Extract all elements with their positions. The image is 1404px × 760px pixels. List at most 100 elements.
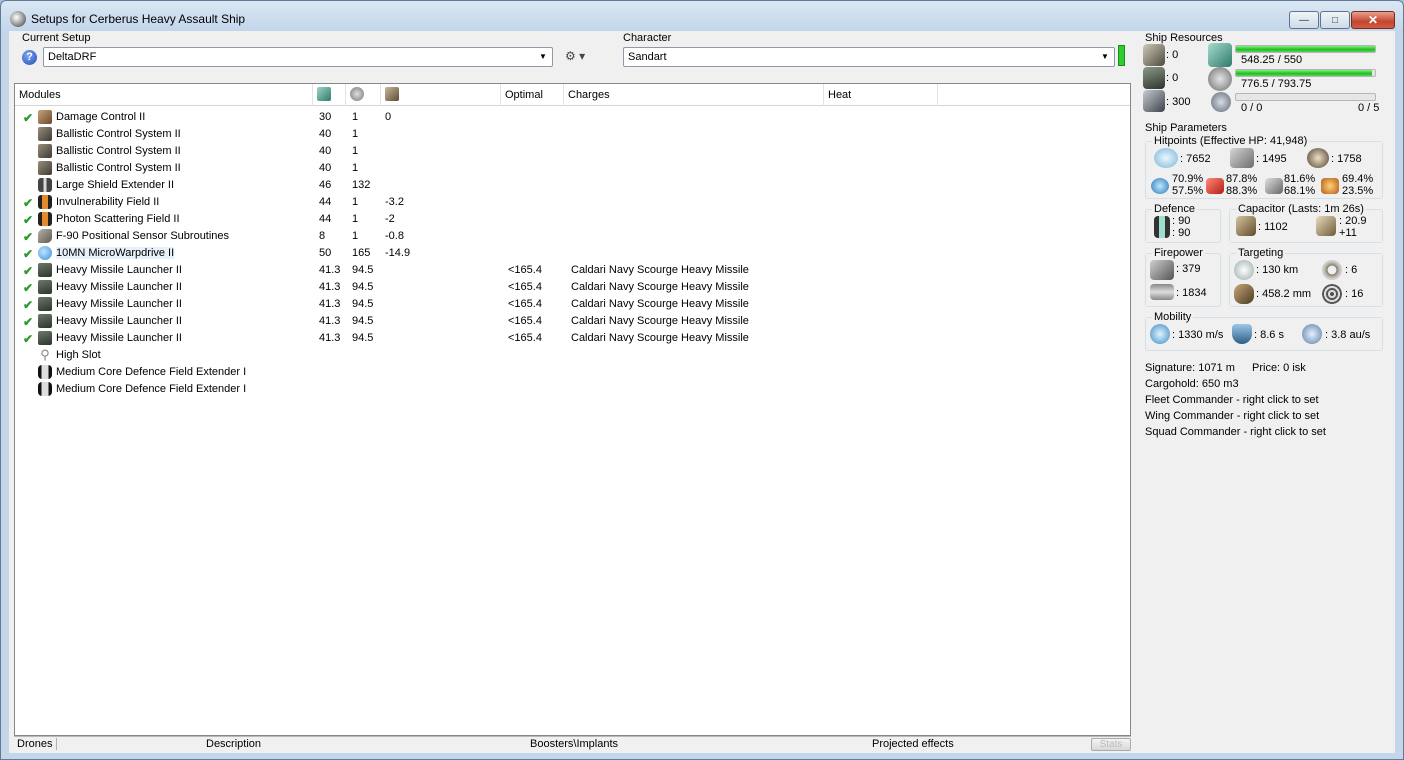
module-row[interactable]: ✔ Invulnerability Field II 44 1 -3.2 — [15, 194, 1130, 211]
thermal-resist-icon — [1206, 178, 1224, 194]
warp-speed: : 3.8 au/s — [1325, 329, 1371, 341]
module-powergrid: 1 — [352, 162, 359, 174]
module-powergrid: 1 — [352, 111, 359, 123]
tab-description[interactable]: Description — [206, 738, 261, 750]
scan-resolution: : 458.2 mm — [1256, 288, 1312, 300]
column-modules[interactable]: Modules — [15, 84, 313, 106]
maximize-button[interactable]: □ — [1320, 11, 1350, 29]
calibration-text: 0 / 0 — [1241, 102, 1263, 114]
column-cpu[interactable] — [313, 84, 346, 106]
sensor-strength-icon — [1322, 284, 1342, 304]
ballistic-control-icon — [38, 144, 52, 158]
kinetic-resist-shield: 81.6% — [1284, 173, 1316, 185]
active-check-icon: ✔ — [23, 230, 34, 244]
ship-tools-button[interactable]: ⚙ ▾ — [565, 49, 597, 67]
module-row[interactable]: ✔ Heavy Missile Launcher II 41.3 94.5 <165.4… — [15, 313, 1130, 330]
module-row[interactable]: Ballistic Control System II 40 1 — [15, 126, 1130, 143]
module-cpu: 46 — [319, 179, 332, 191]
tab-boosters-implants[interactable]: Boosters\Implants — [530, 738, 618, 750]
module-cpu: 44 — [319, 196, 332, 208]
module-name: 10MN MicroWarpdrive II — [56, 247, 175, 259]
squad-commander[interactable]: Squad Commander - right click to set — [1145, 426, 1326, 438]
minimize-button[interactable]: — — [1289, 11, 1319, 29]
tab-projected-effects[interactable]: Projected effects — [872, 738, 954, 750]
velocity-icon — [1150, 324, 1170, 344]
module-name: Ballistic Control System II — [56, 162, 181, 174]
module-optimal: <165.4 — [508, 298, 542, 310]
close-button[interactable]: ✕ — [1351, 11, 1395, 29]
em-resist-shield: 70.9% — [1172, 173, 1204, 185]
help-icon[interactable]: ? — [22, 50, 37, 65]
ship-parameters-title: Ship Parameters — [1145, 122, 1227, 134]
module-name: High Slot — [56, 349, 101, 361]
module-powergrid: 1 — [352, 128, 359, 140]
module-row[interactable]: Medium Core Defence Field Extender I — [15, 381, 1130, 398]
module-cpu: 41.3 — [319, 298, 341, 310]
module-cpu: 50 — [319, 247, 332, 259]
module-row[interactable]: ✔ Heavy Missile Launcher II 41.3 94.5 <165.4… — [15, 296, 1130, 313]
powergrid-text: 776.5 / 793.75 — [1241, 78, 1312, 90]
column-charges[interactable]: Charges — [564, 84, 824, 106]
column-optimal[interactable]: Optimal — [501, 84, 564, 106]
current-setup-dropdown[interactable]: DeltaDRF ▼ — [43, 47, 553, 67]
explosive-resist-icon — [1321, 178, 1339, 194]
column-heat[interactable]: Heat — [824, 84, 938, 106]
missile-launcher-icon — [38, 280, 52, 294]
calibration-bar — [1235, 93, 1376, 101]
module-name: Heavy Missile Launcher II — [56, 281, 182, 293]
sensor-subroutines-icon — [38, 229, 52, 243]
fleet-commander[interactable]: Fleet Commander - right click to set — [1145, 394, 1319, 406]
title-bar[interactable]: Setups for Cerberus Heavy Assault Ship —… — [1, 1, 1403, 35]
module-row[interactable]: ✔ Photon Scattering Field II 44 1 -2 — [15, 211, 1130, 228]
thermal-resist-shield: 87.8% — [1226, 173, 1258, 185]
module-powergrid: 1 — [352, 196, 359, 208]
structure-hp: : 1758 — [1331, 153, 1362, 165]
module-row[interactable]: Large Shield Extender II 46 132 — [15, 177, 1130, 194]
module-cpu: 44 — [319, 213, 332, 225]
defence-group: Defence : 90 : 90 — [1145, 203, 1221, 243]
cpu-text: 548.25 / 550 — [1241, 54, 1303, 66]
module-row[interactable]: ✔ Heavy Missile Launcher II 41.3 94.5 <165.4… — [15, 262, 1130, 279]
modules-list[interactable]: Modules Optimal Charges Heat ✔ Damage Con… — [14, 83, 1131, 736]
module-row[interactable]: ✔ Heavy Missile Launcher II 41.3 94.5 <165.4… — [15, 279, 1130, 296]
module-row[interactable]: ✔ Damage Control II 30 1 0 — [15, 109, 1130, 126]
cargohold: Cargohold: 650 m3 — [1145, 378, 1239, 390]
chevron-down-icon: ▼ — [1101, 52, 1109, 61]
module-row[interactable]: ✔ F-90 Positional Sensor Subroutines 8 1 -0.… — [15, 228, 1130, 245]
wing-commander[interactable]: Wing Commander - right click to set — [1145, 410, 1319, 422]
shield-extender-icon — [38, 178, 52, 192]
module-name: Heavy Missile Launcher II — [56, 298, 182, 310]
module-row[interactable]: ✔ 10MN MicroWarpdrive II 50 165 -14.9 — [15, 245, 1130, 262]
module-row[interactable]: Ballistic Control System II 40 1 — [15, 160, 1130, 177]
targeting-group: Targeting : 130 km : 6 : 458.2 mm : 16 — [1229, 247, 1383, 307]
column-capacitor[interactable] — [381, 84, 501, 106]
kinetic-resist-armor: 68.1% — [1284, 185, 1316, 197]
client-area: Current Setup ? DeltaDRF ▼ ⚙ ▾ Character… — [9, 31, 1395, 753]
current-setup-value: DeltaDRF — [48, 51, 97, 63]
turret-hardpoint-icon — [1143, 44, 1165, 66]
module-row[interactable]: Medium Core Defence Field Extender I — [15, 364, 1130, 381]
capacitor-amount: : 1102 — [1258, 221, 1288, 233]
module-charges: Caldari Navy Scourge Heavy Missile — [571, 332, 749, 344]
module-cpu: 40 — [319, 162, 332, 174]
stats-button[interactable]: Stats — [1091, 738, 1131, 751]
module-row[interactable]: ⚲ High Slot — [15, 347, 1130, 364]
character-dropdown[interactable]: Sandart ▼ — [623, 47, 1115, 67]
capacitor-icon — [1236, 216, 1256, 236]
module-name: Large Shield Extender II — [56, 179, 175, 191]
tab-drones[interactable]: Drones — [17, 738, 58, 750]
defence-value-2: : 90 — [1172, 227, 1191, 239]
hitpoints-group: Hitpoints (Effective HP: 41,948) : 7652 … — [1145, 135, 1383, 199]
capacitor-group: Capacitor (Lasts: 1m 26s) : 1102 : 20.9 … — [1229, 203, 1383, 243]
module-row[interactable]: ✔ Heavy Missile Launcher II 41.3 94.5 <165.4… — [15, 330, 1130, 347]
defence-icon — [1154, 216, 1170, 238]
high-slot-icon: ⚲ — [40, 347, 50, 362]
align-time: : 8.6 s — [1254, 329, 1284, 341]
module-charges: Caldari Navy Scourge Heavy Missile — [571, 298, 749, 310]
character-label: Character — [623, 32, 672, 44]
damage-control-icon — [38, 110, 52, 124]
module-capacitor: -14.9 — [385, 247, 411, 259]
column-powergrid[interactable] — [346, 84, 381, 106]
module-row[interactable]: Ballistic Control System II 40 1 — [15, 143, 1130, 160]
module-cpu: 40 — [319, 128, 332, 140]
